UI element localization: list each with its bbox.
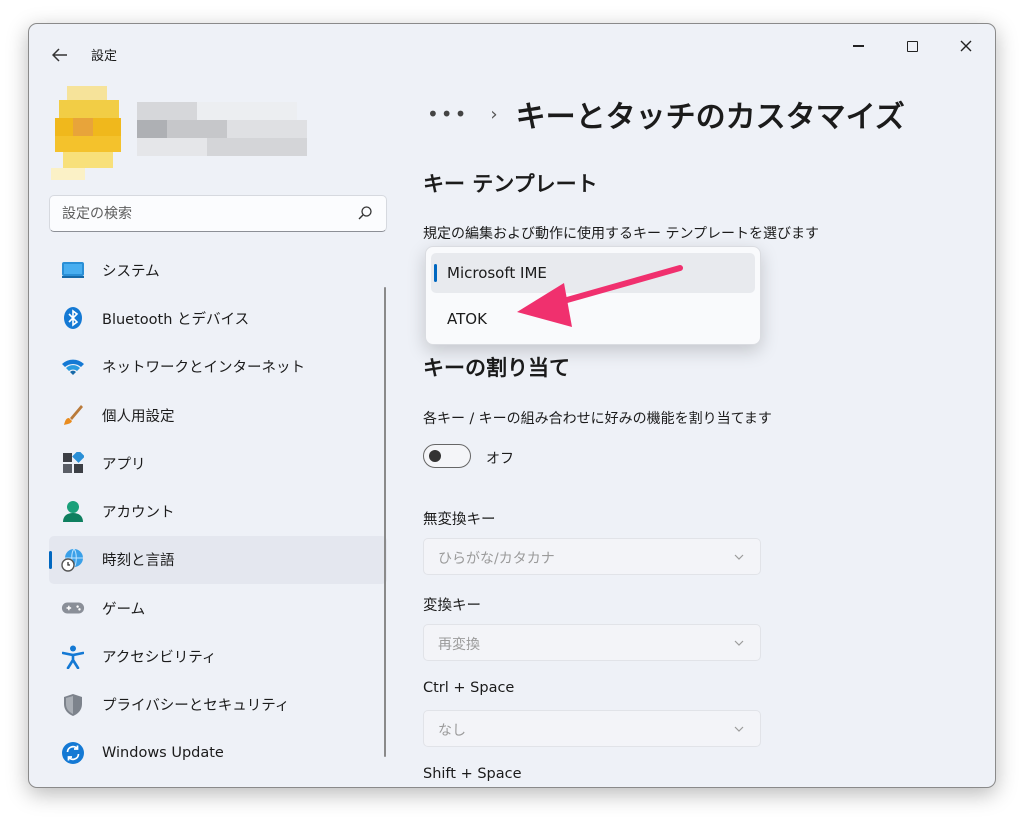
sidebar-scrollbar[interactable] bbox=[384, 287, 386, 757]
henkan-key-value: 再変換 bbox=[438, 637, 480, 653]
back-arrow-icon bbox=[52, 48, 67, 62]
wifi-icon bbox=[61, 355, 85, 379]
ctrl-space-label: Ctrl + Space bbox=[423, 680, 515, 696]
account-icon bbox=[61, 500, 85, 524]
sidebar-item-bluetooth[interactable]: Bluetooth とデバイス bbox=[49, 294, 387, 342]
chevron-down-icon bbox=[734, 640, 744, 646]
sidebar-item-privacy[interactable]: プライバシーとセキュリティ bbox=[49, 681, 387, 729]
apps-icon bbox=[61, 451, 85, 475]
henkan-key-label: 変換キー bbox=[423, 598, 481, 614]
minimize-button[interactable] bbox=[835, 30, 881, 62]
shield-icon bbox=[61, 693, 85, 717]
page-title: キーとタッチのカスタマイズ bbox=[515, 100, 905, 135]
back-button[interactable] bbox=[45, 40, 75, 70]
sidebar-item-personalization[interactable]: 個人用設定 bbox=[49, 391, 387, 439]
bluetooth-icon bbox=[61, 306, 85, 330]
breadcrumb-more-button[interactable]: ••• bbox=[427, 102, 468, 126]
key-assign-description: 各キー / キーの組み合わせに好みの機能を割り当てます bbox=[423, 411, 772, 427]
accessibility-icon bbox=[61, 645, 85, 669]
key-template-heading: キー テンプレート bbox=[423, 172, 598, 196]
brush-icon bbox=[61, 403, 85, 427]
sidebar-item-accessibility[interactable]: アクセシビリティ bbox=[49, 632, 387, 680]
ctrl-space-value: なし bbox=[438, 723, 466, 739]
toggle-state-label: オフ bbox=[486, 451, 514, 467]
sidebar-item-apps[interactable]: アプリ bbox=[49, 439, 387, 487]
minimize-icon bbox=[852, 45, 864, 47]
sidebar-item-time-language[interactable]: 時刻と言語 bbox=[49, 535, 387, 585]
search-input[interactable] bbox=[62, 196, 342, 231]
active-indicator bbox=[49, 550, 52, 569]
key-template-description: 規定の編集および動作に使用するキー テンプレートを選びます bbox=[423, 226, 820, 242]
selected-indicator bbox=[434, 264, 437, 282]
avatar[interactable] bbox=[51, 86, 131, 186]
sidebar-item-accounts[interactable]: アカウント bbox=[49, 487, 387, 535]
close-icon bbox=[960, 40, 972, 52]
system-icon bbox=[61, 258, 85, 282]
key-template-dropdown[interactable]: Microsoft IME ATOK bbox=[425, 246, 761, 345]
title-bar: 設定 bbox=[29, 24, 995, 82]
sidebar-item-network[interactable]: ネットワークとインターネット bbox=[49, 343, 387, 391]
chevron-down-icon bbox=[734, 726, 744, 732]
muhenkan-key-value: ひらがな/カタカナ bbox=[438, 551, 555, 567]
shift-space-label: Shift + Space bbox=[423, 766, 522, 782]
dropdown-option-atok[interactable]: ATOK bbox=[431, 299, 755, 339]
sidebar-item-windows-update[interactable]: Windows Update bbox=[49, 729, 387, 777]
close-button[interactable] bbox=[943, 30, 989, 62]
settings-window: 設定 設定の検索 システム Bluetooth とデバイス ネットワークとインタ… bbox=[28, 23, 996, 788]
app-title: 設定 bbox=[91, 49, 118, 64]
maximize-button[interactable] bbox=[889, 30, 935, 62]
chevron-down-icon bbox=[734, 554, 744, 560]
profile-name bbox=[137, 102, 312, 166]
search-box[interactable] bbox=[49, 195, 387, 232]
henkan-key-select[interactable]: 再変換 bbox=[423, 624, 761, 661]
muhenkan-key-label: 無変換キー bbox=[423, 512, 496, 528]
breadcrumb: ••• › キーとタッチのカスタマイズ bbox=[427, 92, 905, 136]
key-assign-heading: キーの割り当て bbox=[423, 356, 570, 380]
dropdown-option-microsoft-ime[interactable]: Microsoft IME bbox=[431, 253, 755, 293]
sidebar-item-gaming[interactable]: ゲーム bbox=[49, 584, 387, 632]
maximize-icon bbox=[906, 40, 918, 52]
time-language-icon bbox=[61, 548, 85, 572]
update-icon bbox=[61, 741, 85, 765]
ctrl-space-select[interactable]: なし bbox=[423, 710, 761, 747]
search-icon[interactable] bbox=[358, 206, 372, 220]
toggle-knob bbox=[429, 450, 441, 462]
muhenkan-key-select[interactable]: ひらがな/カタカナ bbox=[423, 538, 761, 575]
sidebar-nav: システム Bluetooth とデバイス ネットワークとインターネット 個人用設… bbox=[49, 246, 387, 777]
gamepad-icon bbox=[61, 596, 85, 620]
key-assign-toggle[interactable] bbox=[423, 444, 471, 468]
sidebar-item-system[interactable]: システム bbox=[49, 246, 387, 294]
chevron-right-icon: › bbox=[490, 103, 498, 125]
